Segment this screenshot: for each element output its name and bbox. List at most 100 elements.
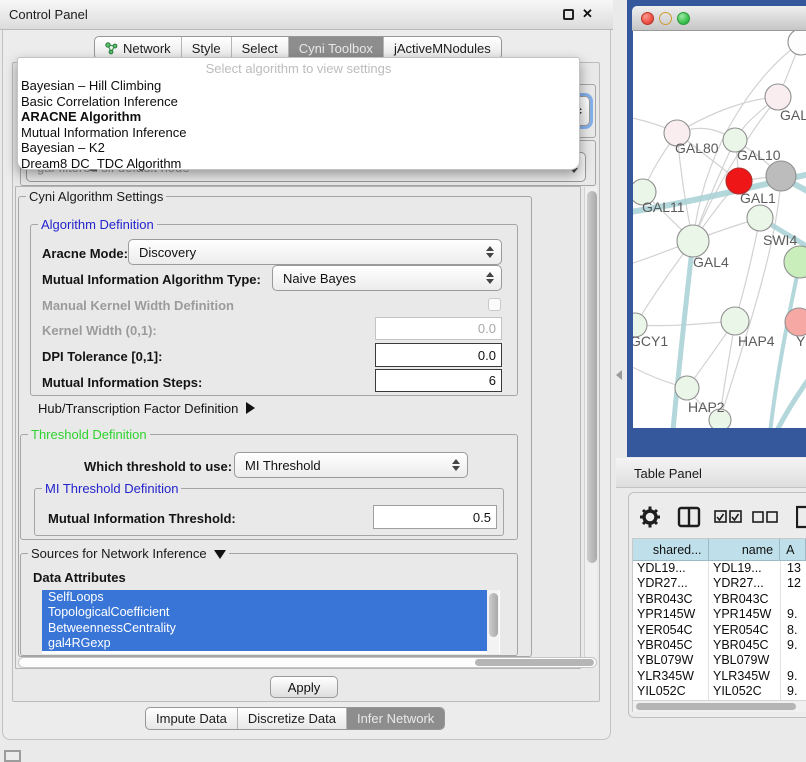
popup-placeholder: Select algorithm to view settings xyxy=(18,60,579,78)
settings-horizontal-scrollbar[interactable] xyxy=(18,657,597,668)
table-row[interactable]: YDL19... YDL19... 13 xyxy=(633,561,806,576)
popup-item-mutual-information[interactable]: Mutual Information Inference xyxy=(18,125,579,141)
cell: YBL079W xyxy=(633,653,709,668)
table-row[interactable]: YBR045C YBR045C 9. xyxy=(633,638,806,653)
minimized-panel-chip[interactable] xyxy=(4,750,21,762)
node-hap2[interactable] xyxy=(675,376,699,400)
cell: 9. xyxy=(781,638,806,653)
attributes-vscroll-thumb[interactable] xyxy=(489,593,498,637)
node-label: GAL4 xyxy=(693,254,729,270)
split-columns-icon[interactable] xyxy=(677,505,701,529)
gear-icon[interactable] xyxy=(639,505,661,529)
node-gray[interactable] xyxy=(766,161,796,191)
mi-type-label: Mutual Information Algorithm Type: xyxy=(42,272,261,287)
table-horizontal-scrollbar[interactable] xyxy=(633,700,806,712)
tab-infer-network[interactable]: Infer Network xyxy=(347,708,444,729)
apply-button-label: Apply xyxy=(288,680,321,695)
tab-discretize-data[interactable]: Discretize Data xyxy=(238,708,347,729)
tab-select-label: Select xyxy=(242,41,278,56)
popup-item-dream8[interactable]: Dream8 DC_TDC Algorithm xyxy=(18,156,579,172)
network-canvas[interactable]: GAL GAL80 GAL10 GAL1 GAL11 SWI4 GAL4 GCY… xyxy=(633,31,806,428)
column-header-shared-name[interactable]: shared... xyxy=(633,539,709,561)
mi-threshold-value: 0.5 xyxy=(473,510,491,525)
combo-arrows-icon xyxy=(486,246,494,258)
apply-button[interactable]: Apply xyxy=(270,676,338,698)
tab-cyni-toolbox[interactable]: Cyni Toolbox xyxy=(289,37,384,59)
data-attributes-list[interactable]: SelfLoops TopologicalCoefficient Between… xyxy=(42,590,500,654)
table-row[interactable]: YBR043C YBR043C xyxy=(633,592,806,607)
minimize-window-icon[interactable] xyxy=(659,12,672,25)
which-threshold-combo[interactable]: MI Threshold xyxy=(234,452,468,478)
attribute-item-topologicalcoefficient[interactable]: TopologicalCoefficient xyxy=(42,605,487,620)
settings-vscroll-thumb[interactable] xyxy=(587,191,597,563)
cell: 13 xyxy=(781,561,806,576)
popup-item-aracne[interactable]: ARACNE Algorithm xyxy=(18,109,579,125)
table-header-row: shared... name A xyxy=(633,539,806,561)
mi-type-combo[interactable]: Naive Bayes xyxy=(272,265,502,291)
tab-discretize-data-label: Discretize Data xyxy=(248,711,336,726)
float-panel-icon[interactable] xyxy=(563,9,574,20)
attribute-item-selfloops[interactable]: SelfLoops xyxy=(42,590,487,605)
table-row[interactable]: YIL052C YIL052C 9. xyxy=(633,684,806,699)
aracne-mode-combo[interactable]: Discovery xyxy=(128,239,502,265)
column-header-name[interactable]: name xyxy=(709,539,781,561)
cell: YLR345W xyxy=(633,669,709,684)
column-header-partial[interactable]: A xyxy=(780,539,806,561)
cell: YDR27... xyxy=(633,576,709,591)
settings-hscroll-thumb[interactable] xyxy=(475,659,594,666)
attribute-item-gal4rgexp[interactable]: gal4RGexp xyxy=(42,636,487,651)
table-row[interactable]: YDR27... YDR27... 12 xyxy=(633,576,806,591)
control-panel-titlebar: Control Panel ✕ xyxy=(0,0,613,30)
mi-steps-field[interactable]: 6 xyxy=(375,369,502,392)
table-hscroll-thumb[interactable] xyxy=(636,703,796,710)
close-panel-icon[interactable]: ✕ xyxy=(582,6,593,22)
network-window-titlebar[interactable] xyxy=(632,6,806,31)
node-swi4[interactable] xyxy=(747,205,773,231)
attribute-item-betweennesscentrality[interactable]: BetweennessCentrality xyxy=(42,621,487,636)
tab-jactivemnodules[interactable]: jActiveMNodules xyxy=(384,37,501,59)
popup-item-basic-correlation[interactable]: Basic Correlation Inference xyxy=(18,94,579,110)
settings-vertical-scrollbar[interactable] xyxy=(584,187,597,668)
tab-network[interactable]: Network xyxy=(95,37,182,59)
node-table[interactable]: shared... name A YDL19... YDL19... 13 YD… xyxy=(632,538,806,712)
checked-boxes-icon[interactable] xyxy=(714,510,742,524)
popup-item-bayesian-hill-climbing[interactable]: Bayesian – Hill Climbing xyxy=(18,78,579,94)
table-row[interactable]: YBL079W YBL079W xyxy=(633,653,806,668)
data-attributes-label: Data Attributes xyxy=(33,570,126,585)
splitpane-collapse-handle[interactable] xyxy=(616,370,622,380)
node-label: GAL xyxy=(780,107,806,123)
cell xyxy=(781,592,806,607)
network-graph: GAL GAL80 GAL10 GAL1 GAL11 SWI4 GAL4 GCY… xyxy=(633,31,806,428)
zoom-window-icon[interactable] xyxy=(677,12,690,25)
node-label: Y xyxy=(796,333,806,349)
which-threshold-label: Which threshold to use: xyxy=(84,459,232,474)
kernel-width-field[interactable]: 0.0 xyxy=(375,317,502,340)
table-row[interactable]: YER054C YER054C 8. xyxy=(633,623,806,638)
table-row[interactable]: YLR345W YLR345W 9. xyxy=(633,669,806,684)
tab-select[interactable]: Select xyxy=(232,37,289,59)
popup-item-bayesian-k2[interactable]: Bayesian – K2 xyxy=(18,140,579,156)
tab-impute-data[interactable]: Impute Data xyxy=(146,708,238,729)
dpi-tolerance-field[interactable]: 0.0 xyxy=(375,343,502,367)
cell: 9. xyxy=(781,669,806,684)
node-green[interactable] xyxy=(784,246,806,278)
unchecked-boxes-icon[interactable] xyxy=(752,511,778,524)
new-table-icon[interactable] xyxy=(796,505,806,529)
cell: 9. xyxy=(781,607,806,622)
sources-caption[interactable]: Sources for Network Inference xyxy=(28,546,229,561)
table-row[interactable]: YPR145W YPR145W 9. xyxy=(633,607,806,622)
mi-threshold-field[interactable]: 0.5 xyxy=(373,505,497,529)
attributes-vertical-scrollbar[interactable] xyxy=(487,590,499,654)
tab-network-label: Network xyxy=(123,41,171,56)
node-gal4[interactable] xyxy=(677,225,709,257)
close-window-icon[interactable] xyxy=(641,12,654,25)
which-threshold-value: MI Threshold xyxy=(245,458,321,473)
tab-style[interactable]: Style xyxy=(182,37,232,59)
cell: YPR145W xyxy=(709,607,781,622)
cyni-algorithm-settings-caption: Cyni Algorithm Settings xyxy=(26,189,166,204)
node-hap4[interactable] xyxy=(721,307,749,335)
dpi-tolerance-label: DPI Tolerance [0,1]: xyxy=(42,349,162,364)
node-unlabeled-top[interactable] xyxy=(788,31,806,55)
hub-definition-toggle[interactable]: Hub/Transcription Factor Definition xyxy=(38,401,255,416)
manual-kernel-checkbox[interactable] xyxy=(488,298,501,311)
